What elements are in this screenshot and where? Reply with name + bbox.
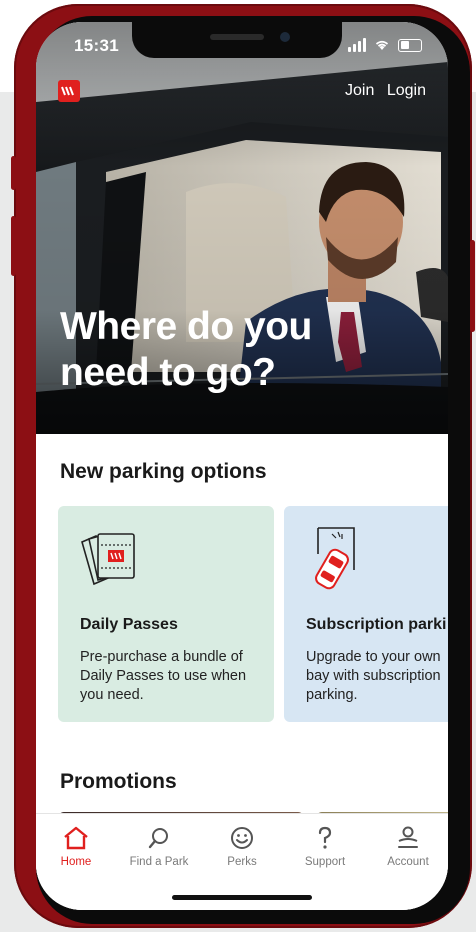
- ticket-icon: [81, 533, 135, 586]
- search-icon: [148, 828, 168, 849]
- hero-title: Where do you need to go?: [60, 305, 312, 394]
- home-icon: [64, 826, 88, 850]
- mute-switch: [11, 156, 16, 190]
- tab-perks[interactable]: Perks: [202, 822, 282, 868]
- signal-icon: [348, 38, 366, 52]
- wifi-icon: [375, 40, 389, 50]
- account-icon: [398, 826, 418, 848]
- car-bay-icon: [315, 527, 355, 590]
- hero-banner: 15:31 Join Login Where do you need to go…: [36, 22, 448, 434]
- parking-options-title: New parking options: [60, 460, 267, 483]
- daily-passes-card[interactable]: Daily Passes Pre-purchase a bundle of Da…: [58, 506, 274, 722]
- tab-find-a-park-label: Find a Park: [129, 856, 189, 868]
- logo-mark-icon: [61, 86, 74, 96]
- parking-options-carousel[interactable]: Daily Passes Pre-purchase a bundle of Da…: [58, 506, 448, 722]
- login-link[interactable]: Login: [387, 82, 426, 99]
- subscription-parking-description: Upgrade to your own bay with subscriptio…: [306, 649, 441, 703]
- subscription-parking-card[interactable]: Subscription parki Upgrade to your own b…: [284, 506, 448, 722]
- smile-icon: [231, 827, 253, 849]
- tab-home[interactable]: Home: [36, 822, 116, 868]
- battery-icon: [398, 38, 422, 52]
- power-button: [470, 240, 475, 332]
- promotions-title: Promotions: [60, 770, 177, 793]
- status-bar: 15:31: [74, 36, 422, 56]
- subscription-parking-title: Subscription parki: [306, 616, 447, 633]
- tab-find-a-park[interactable]: Find a Park: [119, 822, 199, 868]
- tab-home-label: Home: [60, 856, 92, 868]
- brand-logo-icon[interactable]: [58, 80, 80, 102]
- auth-links: Join Login: [337, 82, 426, 100]
- home-indicator[interactable]: [172, 895, 312, 900]
- tab-perks-label: Perks: [227, 856, 257, 868]
- daily-passes-title: Daily Passes: [80, 616, 178, 633]
- bottom-tab-bar: Home Find a Park Perks Support Account: [36, 813, 448, 910]
- question-icon: [318, 826, 332, 849]
- tab-support-label: Support: [304, 856, 346, 868]
- tab-support[interactable]: Support: [285, 822, 365, 868]
- status-time: 15:31: [74, 36, 119, 55]
- daily-passes-description: Pre-purchase a bundle of Daily Passes to…: [80, 649, 247, 703]
- volume-up-button: [11, 216, 16, 276]
- tab-account[interactable]: Account: [368, 822, 448, 868]
- tab-account-label: Account: [387, 856, 429, 868]
- join-link[interactable]: Join: [345, 82, 374, 99]
- phone-screen: 15:31 Join Login Where do you need to go…: [36, 22, 448, 910]
